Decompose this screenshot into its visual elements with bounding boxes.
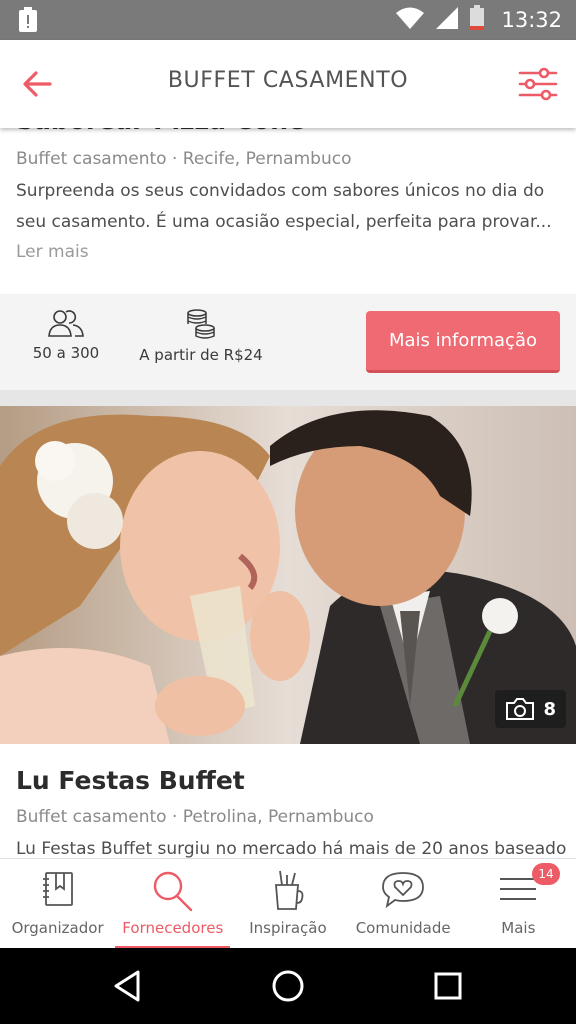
- guest-capacity: 50 a 300: [30, 308, 102, 362]
- arrow-left-icon: [23, 71, 52, 97]
- nav-label: Inspiração: [249, 919, 327, 937]
- vendor-description: Lu Festas Buffet surgiu no mercado há ma…: [16, 839, 567, 858]
- sliders-icon: [518, 67, 558, 101]
- nav-organizador[interactable]: Organizador: [0, 859, 115, 949]
- nav-inspiracao[interactable]: Inspiração: [230, 859, 345, 949]
- notebook-icon: [42, 872, 73, 906]
- inspiration-cup-icon: [274, 870, 304, 910]
- nav-label: Comunidade: [355, 919, 451, 937]
- nav-label: Fornecedores: [122, 919, 224, 937]
- vendor-name[interactable]: Lu Festas Buffet: [0, 764, 261, 798]
- description-text: Surpreenda os seus convidados com sabore…: [16, 181, 552, 232]
- system-home-button[interactable]: [268, 966, 308, 1006]
- card-divider: [0, 390, 576, 406]
- listing-feed[interactable]: Saborear Pizza Cone Buffet casamento · R…: [0, 128, 576, 858]
- camera-icon: [506, 698, 535, 720]
- filter-button[interactable]: [516, 64, 560, 104]
- notification-icon: [18, 7, 38, 33]
- nav-label: Mais: [501, 919, 536, 937]
- nav-fornecedores[interactable]: Fornecedores: [115, 859, 231, 949]
- nav-comunidade[interactable]: Comunidade: [346, 859, 461, 949]
- circle-home-icon: [272, 970, 304, 1002]
- screen: 13:32 BUFFET CASAMENTO Saborear Pizza Co…: [0, 0, 576, 1024]
- vendor-category: Buffet casamento · Recife, Pernambuco: [16, 149, 352, 169]
- chat-heart-icon: [382, 872, 425, 909]
- price-info: A partir de R$24: [134, 308, 268, 364]
- couple-photo: [0, 406, 576, 744]
- nav-label: Organizador: [11, 919, 104, 937]
- status-bar: 13:32: [0, 0, 576, 40]
- photo-count-badge[interactable]: 8: [495, 690, 566, 728]
- app-bar: BUFFET CASAMENTO: [0, 40, 576, 128]
- triangle-back-icon: [114, 970, 140, 1002]
- system-recents-button[interactable]: [428, 966, 468, 1006]
- listing-photo[interactable]: 8: [0, 406, 576, 744]
- listing-info-strip: 50 a 300 A partir de R$24 Mais informaçã…: [0, 294, 576, 390]
- system-navigation-bar: [0, 948, 576, 1024]
- square-recents-icon: [434, 972, 462, 1000]
- page-title: BUFFET CASAMENTO: [167, 68, 409, 93]
- guests-icon: [48, 310, 84, 337]
- notification-badge: 14: [532, 863, 560, 885]
- signal-icon: [435, 6, 459, 35]
- vendor-name[interactable]: Saborear Pizza Cone: [0, 128, 321, 138]
- back-button[interactable]: [18, 64, 60, 104]
- clock: 13:32: [501, 8, 562, 32]
- battery-icon: [469, 4, 485, 36]
- vendor-category: Buffet casamento · Petrolina, Pernambuco: [16, 807, 374, 827]
- price-value: A partir de R$24: [139, 346, 263, 364]
- vendor-description: Surpreenda os seus convidados com sabore…: [0, 176, 576, 268]
- guests-value: 50 a 300: [32, 344, 100, 362]
- search-icon: [153, 871, 192, 912]
- system-back-button[interactable]: [108, 966, 148, 1006]
- photo-count: 8: [543, 698, 556, 720]
- coins-icon: [187, 309, 215, 339]
- wifi-icon: [395, 6, 425, 35]
- bottom-navigation: Organizador Fornecedores Inspiração Comu…: [0, 858, 576, 949]
- read-more-link[interactable]: Ler mais: [16, 242, 89, 262]
- more-info-button[interactable]: Mais informação: [366, 311, 560, 373]
